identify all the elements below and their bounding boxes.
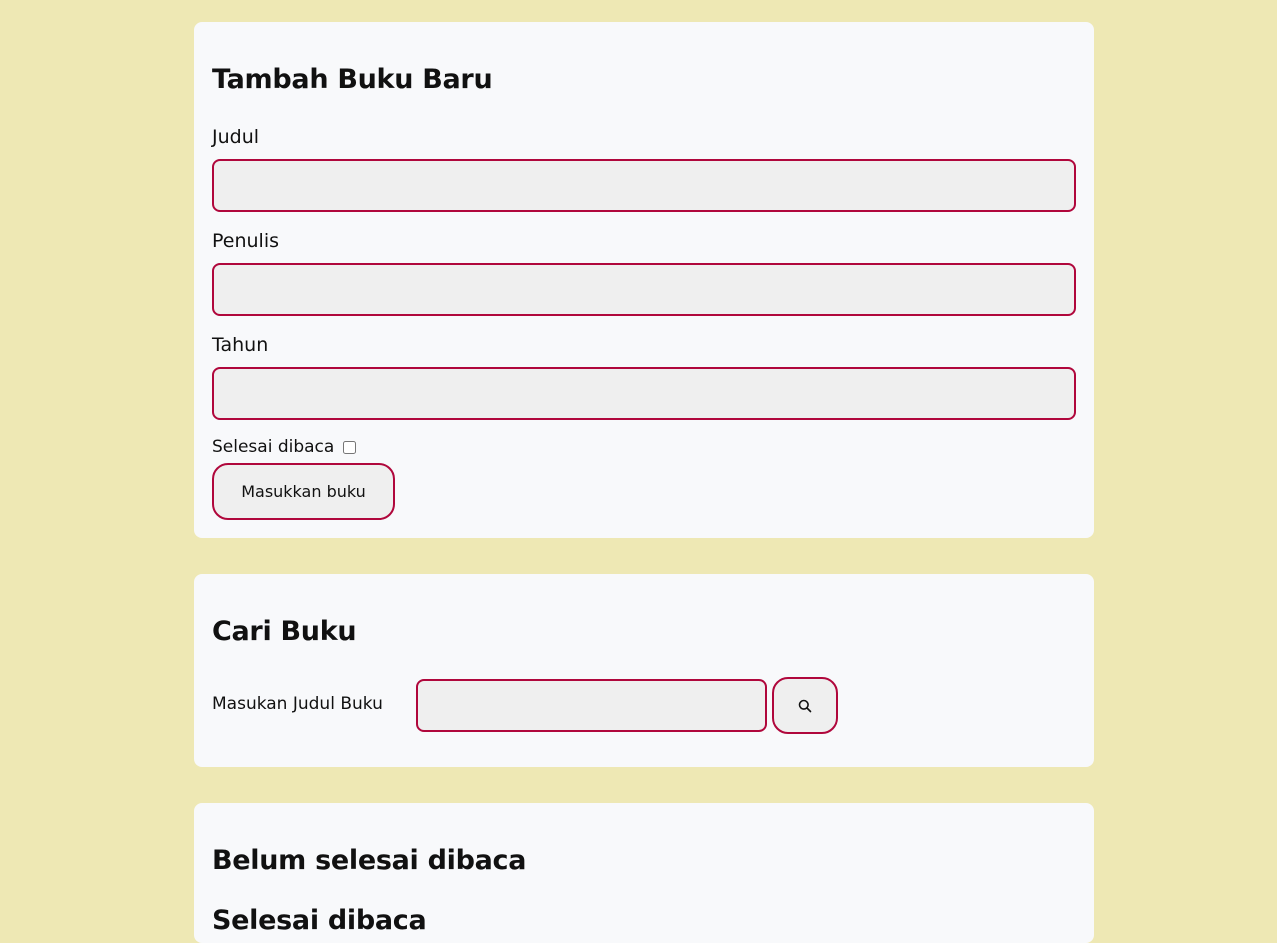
- complete-checkbox-row: Selesai dibaca: [212, 437, 357, 457]
- search-title: Cari Buku: [212, 616, 357, 647]
- add-book-section: Tambah Buku Baru Judul Penulis Tahun Sel…: [194, 22, 1094, 538]
- bookshelf-section: Belum selesai dibaca Selesai dibaca: [194, 803, 1094, 943]
- incomplete-shelf-title: Belum selesai dibaca: [212, 845, 527, 876]
- title-label: Judul: [212, 126, 260, 148]
- search-label: Masukan Judul Buku: [212, 694, 383, 714]
- author-label: Penulis: [212, 230, 280, 252]
- complete-checkbox[interactable]: [343, 440, 357, 454]
- search-book-section: Cari Buku Masukan Judul Buku: [194, 574, 1094, 767]
- search-icon: [798, 699, 812, 712]
- title-input[interactable]: [212, 159, 1076, 212]
- search-input[interactable]: [416, 679, 767, 732]
- add-book-title: Tambah Buku Baru: [212, 64, 493, 95]
- year-label: Tahun: [212, 334, 269, 356]
- year-input[interactable]: [212, 367, 1076, 420]
- submit-book-button[interactable]: Masukkan buku: [212, 463, 395, 520]
- author-input[interactable]: [212, 263, 1076, 316]
- search-button[interactable]: [772, 677, 838, 734]
- complete-checkbox-label: Selesai dibaca: [212, 437, 335, 457]
- complete-shelf-title: Selesai dibaca: [212, 905, 427, 936]
